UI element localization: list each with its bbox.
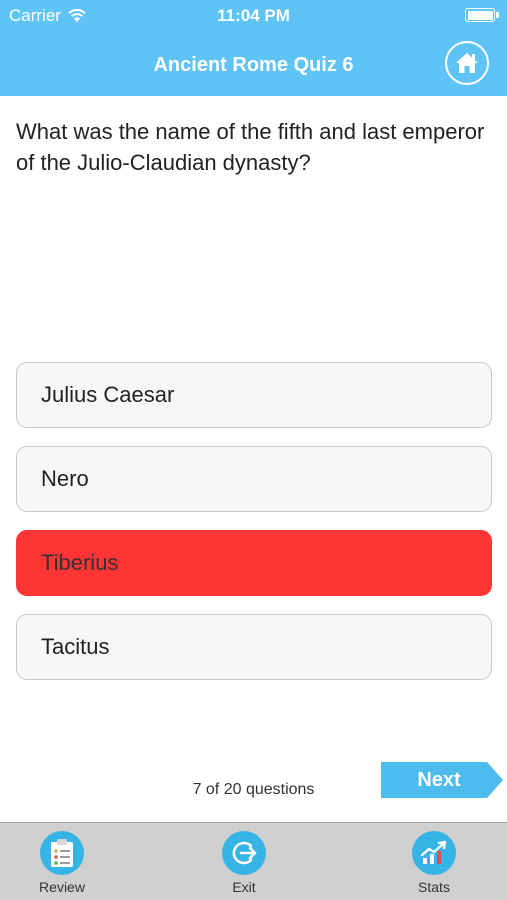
tab-stats-label: Stats [418,879,450,895]
next-button[interactable]: Next [381,762,505,798]
exit-icon-circle [222,831,266,875]
tab-exit[interactable]: Exit [184,823,304,900]
header-bar: Carrier 11:04 PM Ancient Rome Quiz 6 [0,0,507,96]
tab-review[interactable]: Review [2,823,122,900]
question-text: What was the name of the fifth and last … [16,119,485,175]
clock: 11:04 PM [217,6,290,25]
tab-bar: Review Exit Stats [0,822,507,900]
answer-label: Nero [41,466,89,491]
page-title: Ancient Rome Quiz 6 [153,54,354,76]
battery-icon [465,8,499,22]
exit-icon [232,841,257,865]
home-button[interactable] [445,41,489,85]
review-clipboard-icon [51,839,73,867]
answer-option-2[interactable]: Nero [16,446,492,512]
answer-label: Julius Caesar [41,382,175,407]
answer-label: Tiberius [41,550,119,575]
stats-chart-icon [420,840,447,864]
status-bar: Carrier 11:04 PM [0,0,507,30]
stats-icon-circle [412,831,456,875]
tab-stats[interactable]: Stats [374,823,494,900]
tab-exit-label: Exit [232,879,256,895]
answer-label: Tacitus [41,634,110,659]
home-icon [456,53,478,73]
next-label: Next [417,768,461,791]
answer-option-1[interactable]: Julius Caesar [16,362,492,428]
tab-review-label: Review [39,879,85,895]
review-icon-circle [40,831,84,875]
answer-option-3[interactable]: Tiberius [16,530,492,596]
answer-option-4[interactable]: Tacitus [16,614,492,680]
